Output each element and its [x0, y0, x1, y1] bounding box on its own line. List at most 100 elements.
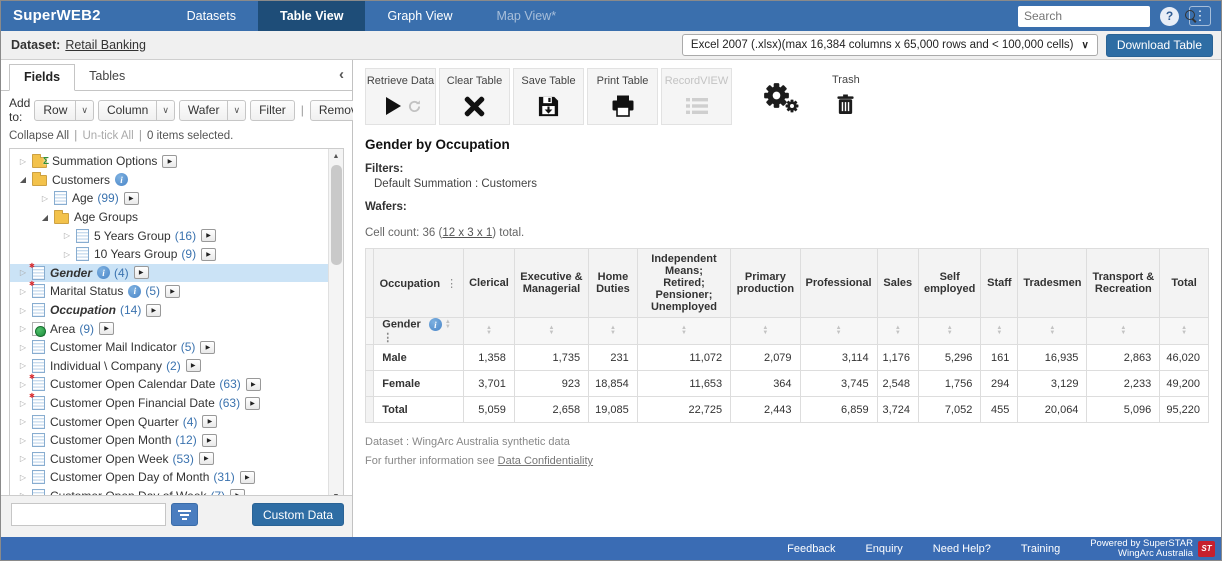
- column-header-home-duties[interactable]: Home Duties: [589, 249, 638, 318]
- sort-icon[interactable]: ▲▼: [947, 326, 953, 336]
- drill-arrow-icon[interactable]: ▶: [134, 266, 149, 279]
- table-cell[interactable]: 3,129: [1018, 371, 1087, 397]
- table-cell[interactable]: 2,233: [1087, 371, 1160, 397]
- field-item-summation-options[interactable]: ▷Summation Options▶: [10, 152, 343, 171]
- column-header-tradesmen[interactable]: Tradesmen: [1018, 249, 1087, 318]
- print-table-button[interactable]: Print Table: [587, 68, 658, 125]
- expand-node-icon[interactable]: ▷: [60, 231, 74, 240]
- drill-arrow-icon[interactable]: ▶: [162, 155, 177, 168]
- field-item-customers[interactable]: ◢Customersi: [10, 171, 343, 190]
- cell-count-link[interactable]: 12 x 3 x 1: [442, 227, 492, 239]
- table-cell[interactable]: 3,724: [877, 397, 918, 423]
- drill-arrow-icon[interactable]: ▶: [99, 322, 114, 335]
- drill-arrow-icon[interactable]: ▶: [200, 341, 215, 354]
- expand-node-icon[interactable]: ▷: [16, 157, 30, 166]
- add-to-row-button[interactable]: Row∨: [34, 100, 94, 121]
- clear-table-button[interactable]: Clear Table: [439, 68, 510, 125]
- expand-node-icon[interactable]: ▷: [16, 361, 30, 370]
- expand-node-icon[interactable]: ▷: [16, 417, 30, 426]
- table-cell[interactable]: 161: [981, 345, 1018, 371]
- row-label[interactable]: Male: [374, 345, 464, 371]
- sort-icon[interactable]: ▲▼: [1181, 326, 1187, 336]
- column-header-total[interactable]: Total: [1160, 249, 1209, 318]
- field-item-marital-status[interactable]: ▷Marital Statusi(5)▶: [10, 282, 343, 301]
- add-to-wafer-button[interactable]: Wafer∨: [179, 100, 246, 121]
- column-dimension-header[interactable]: Occupation⋮: [374, 249, 464, 318]
- column-header-independent-means-retired-pensioner-unemployed[interactable]: Independent Means; Retired; Pensioner; U…: [637, 249, 730, 318]
- field-item-age[interactable]: ▷Age(99)▶: [10, 189, 343, 208]
- drill-arrow-icon[interactable]: ▶: [202, 434, 217, 447]
- column-sort-cell[interactable]: ▲▼: [1160, 318, 1209, 345]
- sort-icon[interactable]: ▲▼: [1049, 326, 1055, 336]
- expand-node-icon[interactable]: ▷: [16, 287, 30, 296]
- row-dimension-header[interactable]: Gender i ▲▼ ⋮: [374, 318, 464, 345]
- drill-arrow-icon[interactable]: ▶: [186, 359, 201, 372]
- field-item-customer-open-month[interactable]: ▷Customer Open Month(12)▶: [10, 431, 343, 450]
- retrieve-data-button[interactable]: Retrieve Data: [365, 68, 436, 125]
- add-to-filter-button[interactable]: Filter: [250, 100, 295, 121]
- column-header-staff[interactable]: Staff: [981, 249, 1018, 318]
- sort-icon[interactable]: ▲▼: [1120, 326, 1126, 336]
- footer-link-feedback[interactable]: Feedback: [787, 543, 835, 555]
- drill-arrow-icon[interactable]: ▶: [240, 471, 255, 484]
- nav-item-table-view[interactable]: Table View: [258, 1, 365, 31]
- table-cell[interactable]: 1,358: [464, 345, 515, 371]
- table-cell[interactable]: 2,548: [877, 371, 918, 397]
- table-cell[interactable]: 49,200: [1160, 371, 1209, 397]
- table-cell[interactable]: 923: [514, 371, 588, 397]
- data-confidentiality-link[interactable]: Data Confidentiality: [498, 455, 593, 467]
- table-cell[interactable]: 5,096: [1087, 397, 1160, 423]
- table-cell[interactable]: 1,176: [877, 345, 918, 371]
- sort-icon[interactable]: ▲▼: [445, 320, 451, 330]
- column-header-primary-production[interactable]: Primary production: [731, 249, 800, 318]
- column-sort-cell[interactable]: ▲▼: [981, 318, 1018, 345]
- drill-arrow-icon[interactable]: ▶: [165, 285, 180, 298]
- sort-icon[interactable]: ▲▼: [681, 326, 687, 336]
- field-item-gender[interactable]: ▷Genderi(4)▶: [10, 264, 343, 283]
- expand-node-icon[interactable]: ▷: [16, 399, 30, 408]
- drill-arrow-icon[interactable]: ▶: [201, 248, 216, 261]
- expand-node-icon[interactable]: ▷: [16, 343, 30, 352]
- trash-button[interactable]: Trash: [832, 68, 860, 118]
- column-sort-cell[interactable]: ▲▼: [1087, 318, 1160, 345]
- column-sort-cell[interactable]: ▲▼: [464, 318, 515, 345]
- column-header-clerical[interactable]: Clerical: [464, 249, 515, 318]
- collapse-node-icon[interactable]: ◢: [38, 213, 52, 222]
- sort-icon[interactable]: ▲▼: [762, 326, 768, 336]
- table-cell[interactable]: 46,020: [1160, 345, 1209, 371]
- column-header-sales[interactable]: Sales: [877, 249, 918, 318]
- drill-arrow-icon[interactable]: ▶: [199, 452, 214, 465]
- table-cell[interactable]: 2,863: [1087, 345, 1160, 371]
- info-icon[interactable]: i: [429, 318, 442, 331]
- field-item-area[interactable]: ▷Area(9)▶: [10, 319, 343, 338]
- chevron-down-icon[interactable]: ∨: [227, 101, 245, 120]
- tab-fields[interactable]: Fields: [9, 64, 75, 91]
- expand-node-icon[interactable]: ▷: [16, 454, 30, 463]
- nav-item-graph-view[interactable]: Graph View: [365, 1, 474, 31]
- field-item-customer-open-calendar-date[interactable]: ▷Customer Open Calendar Date(63)▶: [10, 375, 343, 394]
- table-cell[interactable]: 3,114: [800, 345, 877, 371]
- table-cell[interactable]: 20,064: [1018, 397, 1087, 423]
- export-format-select[interactable]: Excel 2007 (.xlsx)(max 16,384 columns x …: [682, 34, 1098, 56]
- table-cell[interactable]: 7,052: [919, 397, 981, 423]
- field-item-customer-open-financial-date[interactable]: ▷Customer Open Financial Date(63)▶: [10, 394, 343, 413]
- superstar-logo[interactable]: ST: [1198, 541, 1215, 557]
- expand-node-icon[interactable]: ▷: [16, 473, 30, 482]
- column-sort-cell[interactable]: ▲▼: [1018, 318, 1087, 345]
- info-icon[interactable]: i: [97, 266, 110, 279]
- expand-node-icon[interactable]: ▷: [60, 250, 74, 259]
- table-cell[interactable]: 5,059: [464, 397, 515, 423]
- column-sort-cell[interactable]: ▲▼: [514, 318, 588, 345]
- sort-icon[interactable]: ▲▼: [610, 326, 616, 336]
- collapse-node-icon[interactable]: ◢: [16, 175, 30, 184]
- table-cell[interactable]: 1,735: [514, 345, 588, 371]
- field-item-10-years-group[interactable]: ▷10 Years Group(9)▶: [10, 245, 343, 264]
- field-item-customer-mail-indicator[interactable]: ▷Customer Mail Indicator(5)▶: [10, 338, 343, 357]
- table-cell[interactable]: 3,745: [800, 371, 877, 397]
- untick-all-link[interactable]: Un-tick All: [83, 130, 134, 142]
- footer-link-training[interactable]: Training: [1021, 543, 1060, 555]
- column-sort-cell[interactable]: ▲▼: [589, 318, 638, 345]
- collapse-panel-icon[interactable]: ‹: [339, 66, 344, 83]
- column-header-professional[interactable]: Professional: [800, 249, 877, 318]
- column-sort-cell[interactable]: ▲▼: [877, 318, 918, 345]
